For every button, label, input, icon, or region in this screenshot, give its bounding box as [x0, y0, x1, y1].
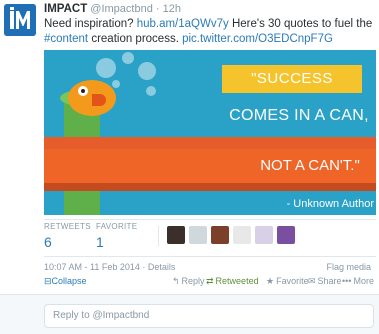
collapse-link[interactable]: ⊟Collapse: [44, 276, 87, 287]
tweet-time[interactable]: 12h: [163, 3, 181, 15]
flag-media-link[interactable]: Flag media: [326, 262, 371, 272]
impact-avatar[interactable]: [4, 4, 36, 36]
reply-input[interactable]: Reply to @Impactbnd: [44, 304, 374, 328]
quote-author: - Unknown Author: [286, 198, 374, 210]
text-mid: Here's 30 quotes to fuel the: [228, 18, 373, 30]
more-icon: •••: [342, 276, 352, 286]
bubble: [138, 62, 156, 80]
tweet-actions: ⊟Collapse ↰ Reply ⇄ Retweeted ★ Favorite ✉ S…: [44, 276, 376, 290]
orange-band: NOT A CAN'T.": [44, 149, 376, 183]
tweet-header: IMPACT @Impactbnd · 12h: [44, 3, 181, 15]
quote-line1: "SUCCESS: [251, 70, 333, 87]
favorites-count[interactable]: 1: [96, 234, 137, 250]
quote-line2: COMES IN A CAN,: [229, 107, 369, 124]
bubble: [122, 52, 134, 64]
more-label: More: [353, 276, 374, 286]
expand-icon: ⊟: [44, 276, 52, 286]
fish-mouth: [92, 94, 106, 106]
retweets-count[interactable]: 6: [44, 234, 91, 250]
share-action[interactable]: ✉ Share: [308, 276, 342, 287]
separator: ·: [155, 3, 160, 15]
retweeter-avatars: [158, 226, 295, 246]
avatar[interactable]: [211, 226, 229, 244]
favorites-stat[interactable]: FAVORITE 1: [96, 222, 137, 250]
tweet: IMPACT @Impactbnd · 12h Need inspiration…: [0, 0, 379, 334]
bubble: [96, 58, 116, 78]
reply-area: Reply to @Impactbnd: [0, 294, 379, 334]
bubble: [112, 80, 120, 88]
retweet-action[interactable]: ⇄ Retweeted: [206, 276, 259, 287]
avatar[interactable]: [255, 226, 273, 244]
tweet-stats: RETWEETS 6 FAVORITE 1: [44, 222, 364, 254]
retweets-stat[interactable]: RETWEETS 6: [44, 222, 91, 250]
retweet-label: Retweeted: [215, 276, 259, 286]
bubble: [146, 86, 156, 96]
orange-stripe: [44, 137, 376, 149]
favorite-action[interactable]: ★ Favorite: [266, 276, 309, 287]
favorites-label: FAVORITE: [96, 222, 138, 231]
share-label: Share: [317, 276, 342, 286]
author-handle[interactable]: @Impactbnd: [90, 3, 153, 15]
dark-stripe: [44, 183, 376, 191]
fish-eye: [78, 86, 88, 96]
share-icon: ✉: [308, 276, 316, 286]
link-hub[interactable]: hub.am/1aQWv7y: [137, 18, 229, 30]
reply-action[interactable]: ↰ Reply: [172, 276, 205, 287]
collapse-label: Collapse: [51, 276, 87, 286]
avatar[interactable]: [233, 226, 251, 244]
divider: [44, 256, 376, 257]
text-end: creation process.: [88, 33, 183, 45]
star-icon: ★: [266, 276, 275, 286]
favorite-label: Favorite: [276, 276, 309, 286]
hashtag-content[interactable]: #content: [44, 33, 88, 45]
tweet-text: Need inspiration? hub.am/1aQWv7y Here's …: [44, 17, 374, 47]
quote-line3: NOT A CAN'T.": [260, 157, 360, 174]
author-name[interactable]: IMPACT: [44, 3, 87, 15]
retweet-icon: ⇄: [206, 276, 214, 286]
avatar[interactable]: [277, 226, 295, 244]
tweet-image[interactable]: "SUCCESS COMES IN A CAN, NOT A CAN'T." -…: [44, 50, 376, 215]
retweets-label: RETWEETS: [44, 222, 91, 231]
avatar[interactable]: [167, 226, 185, 244]
avatar[interactable]: [189, 226, 207, 244]
tweet-timestamp[interactable]: 10:07 AM - 11 Feb 2014 · Details: [44, 262, 175, 272]
reply-label: Reply: [181, 276, 205, 286]
text-start: Need inspiration?: [44, 18, 137, 30]
reply-icon: ↰: [172, 276, 180, 286]
link-pic[interactable]: pic.twitter.com/O3EDCnpF7G: [182, 33, 333, 45]
more-action[interactable]: ••• More: [342, 276, 374, 286]
quote-line1-box: "SUCCESS: [222, 65, 362, 93]
divider: [44, 219, 376, 220]
